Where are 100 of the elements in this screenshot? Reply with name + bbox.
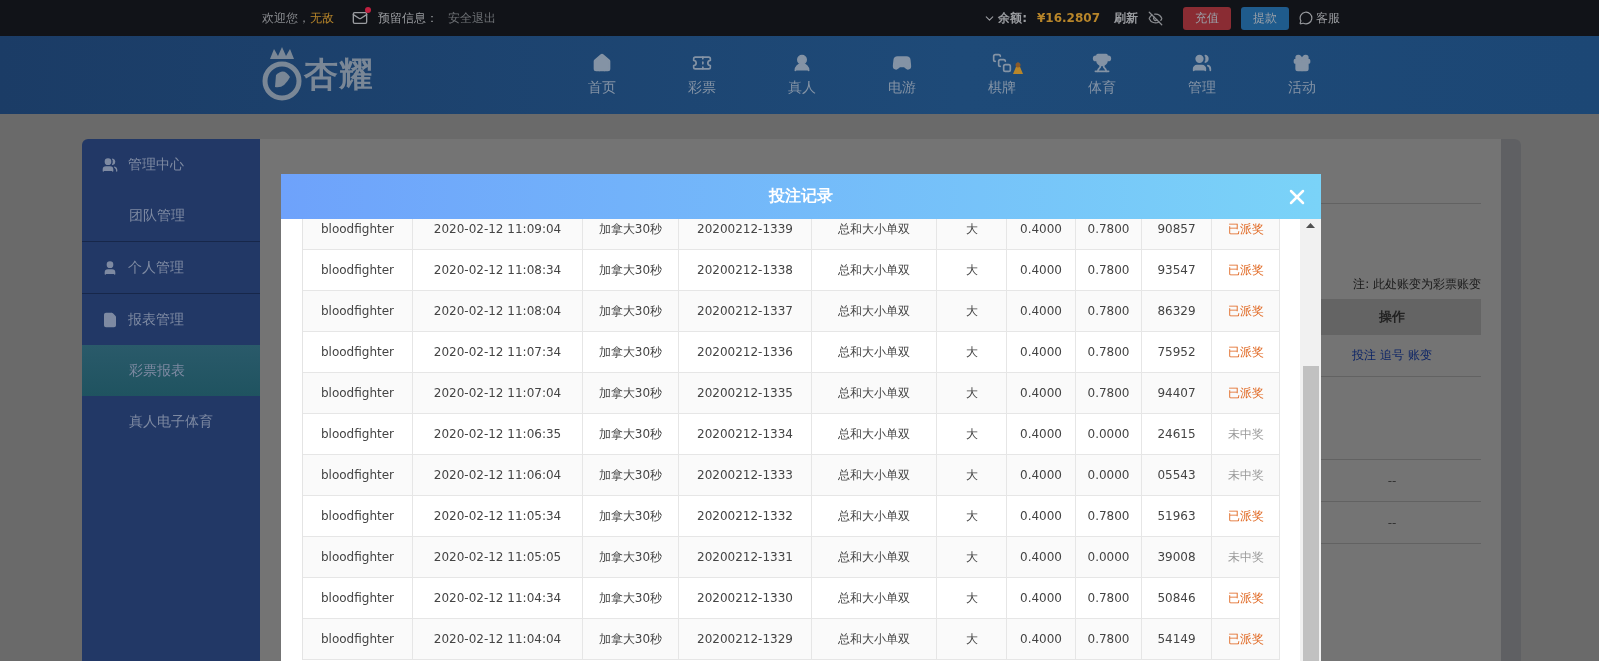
table-cell: bloodfighter [303,414,413,454]
table-cell: 2020-02-12 11:07:34 [413,332,583,372]
table-cell: 总和大小单双 [812,291,937,331]
status-cell: 未中奖 [1212,455,1280,495]
table-cell: 0.7800 [1076,578,1142,618]
eye-off-icon[interactable] [1148,10,1163,26]
sidebar-group-title[interactable]: 管理中心 [128,155,184,174]
table-cell: 加拿大30秒 [583,332,679,372]
nav-item[interactable]: 首页 [552,53,652,97]
action-link[interactable]: 追号 [1380,347,1404,364]
nav-item[interactable]: 电游 [852,53,952,97]
table-cell: 51963 [1142,496,1212,536]
group-icon [102,311,118,328]
sidebar-item[interactable]: 团队管理 [82,190,260,241]
table-cell: 加拿大30秒 [583,373,679,413]
table-cell: 大 [937,250,1007,290]
nav-icon [992,53,1012,73]
nav-icon [1092,53,1112,73]
refresh-link[interactable]: 刷新 [1114,9,1138,27]
table-cell: 0.4000 [1007,373,1076,413]
status-cell: 未中奖 [1212,414,1280,454]
nav-item[interactable]: 棋牌 [952,53,1052,97]
table-cell: 20200212-1338 [679,250,812,290]
status-cell: 已派奖 [1212,373,1280,413]
table-cell: 2020-02-12 11:09:04 [413,219,583,249]
username: 无敌 [310,9,334,27]
logo-text[interactable]: 杏耀 [304,52,374,98]
table-cell: 2020-02-12 11:08:34 [413,250,583,290]
table-cell: 加拿大30秒 [583,291,679,331]
group-icon [102,156,118,173]
nav-item[interactable]: 彩票 [652,53,752,97]
nav-item[interactable]: 活动 [1252,53,1352,97]
balance-label: 余额: [998,9,1027,27]
table-cell: 大 [937,219,1007,249]
table-cell: 0.4000 [1007,332,1076,372]
action-link[interactable]: 投注 [1352,347,1376,364]
nav-icon [692,53,712,73]
table-cell: 0.7800 [1076,619,1142,659]
table-cell: 大 [937,291,1007,331]
table-cell: 2020-02-12 11:06:04 [413,455,583,495]
table-cell: 总和大小单双 [812,414,937,454]
nav-item[interactable]: 体育 [1052,53,1152,97]
table-cell: 0.7800 [1076,373,1142,413]
table-cell: 0.7800 [1076,219,1142,249]
table-cell: 总和大小单双 [812,578,937,618]
reserved-info-label: 预留信息： [378,9,438,27]
table-cell: 20200212-1339 [679,219,812,249]
status-cell: 已派奖 [1212,496,1280,536]
table-cell: 0.7800 [1076,291,1142,331]
table-cell: 0.4000 [1007,537,1076,577]
scroll-up-icon[interactable] [1306,223,1315,228]
customer-service-link[interactable]: 客服 [1316,9,1340,27]
table-cell: 总和大小单双 [812,537,937,577]
table-cell: 2020-02-12 11:06:35 [413,414,583,454]
nav-icon [1192,53,1212,73]
nav-item[interactable]: 真人 [752,53,852,97]
table-cell: 0.0000 [1076,537,1142,577]
table-cell: 0.7800 [1076,332,1142,372]
table-cell: 2020-02-12 11:07:04 [413,373,583,413]
sidebar-item[interactable]: 真人电子体育 [82,396,260,447]
table-cell: 大 [937,537,1007,577]
nav-icon [892,53,912,73]
table-cell: 0.4000 [1007,291,1076,331]
table-cell: bloodfighter [303,373,413,413]
table-cell: 加拿大30秒 [583,250,679,290]
withdraw-button[interactable]: 提款 [1241,6,1289,30]
table-cell: 大 [937,619,1007,659]
table-cell: 0.4000 [1007,619,1076,659]
table-cell: 总和大小单双 [812,332,937,372]
chat-icon[interactable] [1299,11,1313,25]
table-cell: 大 [937,496,1007,536]
status-cell: 已派奖 [1212,250,1280,290]
table-cell: 20200212-1337 [679,291,812,331]
sidebar-group-title[interactable]: 报表管理 [128,310,184,329]
nav-item[interactable]: 管理 [1152,53,1252,97]
table-cell: 加拿大30秒 [583,619,679,659]
table-cell: 大 [937,373,1007,413]
table-cell: 20200212-1334 [679,414,812,454]
table-cell: 0.4000 [1007,455,1076,495]
table-cell: 54149 [1142,619,1212,659]
mail-icon[interactable] [352,10,368,26]
status-cell: 未中奖 [1212,537,1280,577]
nav-icon [592,53,612,73]
table-cell: bloodfighter [303,578,413,618]
table-cell: bloodfighter [303,455,413,495]
sidebar-item[interactable]: 彩票报表 [82,345,260,396]
table-cell: 2020-02-12 11:04:04 [413,619,583,659]
scrollbar[interactable] [1300,219,1321,661]
status-cell: 已派奖 [1212,291,1280,331]
status-cell: 已派奖 [1212,578,1280,618]
logout-link[interactable]: 安全退出 [448,9,496,27]
table-cell: -- [1387,473,1397,488]
table-cell: 2020-02-12 11:05:05 [413,537,583,577]
table-cell: 50846 [1142,578,1212,618]
table-cell: bloodfighter [303,619,413,659]
table-cell: 总和大小单双 [812,373,937,413]
table-cell: 20200212-1336 [679,332,812,372]
sidebar-group-title[interactable]: 个人管理 [128,258,184,277]
deposit-button[interactable]: 充值 [1183,6,1231,30]
action-link[interactable]: 账变 [1408,347,1432,364]
